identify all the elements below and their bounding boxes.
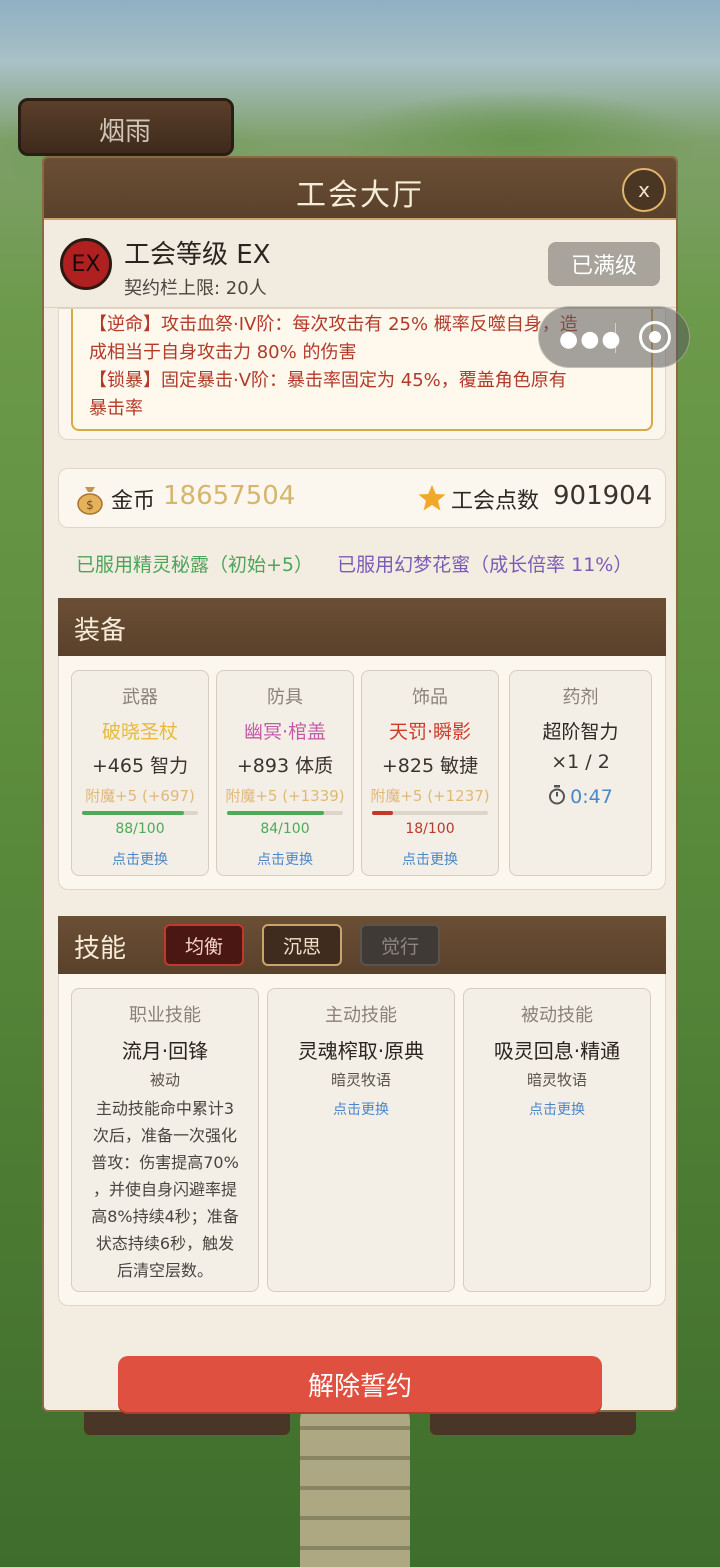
- effect-line: 暴击率: [89, 398, 143, 419]
- potion-timer-value: 0:47: [570, 786, 613, 808]
- skill-description-line: 次后，准备一次强化: [92, 1126, 237, 1145]
- equipment-enchant: 附魔+5 (+1237): [370, 787, 490, 805]
- money-bag-icon: $: [77, 487, 103, 515]
- skill-name: 吸灵回息·精通: [493, 1039, 621, 1063]
- equipment-enchant: 附魔+5 (+697): [85, 787, 195, 805]
- skill-name: 流月·回锋: [121, 1039, 209, 1063]
- mini-program-capsule: ●●●: [538, 306, 690, 368]
- equipment-name: 天罚·瞬影: [388, 721, 472, 743]
- skill-description-line: 状态持续6秒，触发: [95, 1234, 235, 1253]
- durability-bar-fill: [227, 811, 325, 815]
- equipment-section: 武器 破晓圣杖 +465 智力 附魔+5 (+697) 88/100 点击更换 …: [58, 656, 666, 890]
- potion-name: 超阶智力: [542, 721, 619, 743]
- effect-line: 【锁暴】固定暴击·V阶：暴击率固定为 45%，覆盖角色原有: [89, 370, 567, 391]
- durability-bar: [372, 811, 488, 815]
- guild-level-row: EX 工会等级 EX 契约栏上限: 20人 已满级: [44, 220, 676, 308]
- background-name-banner: 烟雨: [18, 98, 234, 156]
- skill-description-line: 后清空层数。: [116, 1261, 213, 1280]
- equipment-name: 破晓圣杖: [101, 721, 178, 743]
- currency-card: $ 金币 18657504 工会点数 901904: [58, 468, 666, 528]
- maxed-level-button[interactable]: 已满级: [548, 242, 660, 286]
- equipment-stat: +893 体质: [236, 755, 334, 777]
- star-icon: [418, 485, 446, 511]
- dismiss-oath-button[interactable]: 解除誓约: [118, 1356, 602, 1412]
- modal-header: 工会大厅 x: [44, 158, 676, 220]
- more-options-icon[interactable]: ●●●: [559, 327, 623, 352]
- active-skill-card[interactable]: 主动技能 灵魂榨取·原典 暗灵牧语 点击更换: [267, 988, 455, 1292]
- change-skill-link[interactable]: 点击更换: [464, 1099, 650, 1119]
- skill-tab-awaken[interactable]: 觉行: [360, 924, 440, 966]
- potion-timer: 0:47: [510, 785, 651, 808]
- durability-text: 18/100: [405, 821, 455, 837]
- buff-status-row: 已服用精灵秘露（初始+5） 已服用幻梦花蜜（成长倍率 11%）: [76, 550, 632, 577]
- close-target-icon[interactable]: [639, 321, 671, 353]
- equipment-slot-label: 武器: [122, 687, 158, 708]
- guild-level-title: 工会等级 EX: [124, 240, 271, 270]
- equipment-name: 幽冥·棺盖: [243, 721, 327, 743]
- equipment-slot-label: 防具: [267, 687, 303, 708]
- skills-section-header: 技能 均衡 沉思 觉行: [58, 916, 666, 974]
- skill-description-line: ，并使自身闪避率提: [92, 1180, 237, 1199]
- change-equipment-link[interactable]: 点击更换: [72, 849, 208, 869]
- equipment-stat: +465 智力: [91, 755, 189, 777]
- potion-count: ×1 / 2: [551, 751, 610, 773]
- durability-bar: [82, 811, 198, 815]
- skill-name: 灵魂榨取·原典: [297, 1039, 425, 1063]
- equipment-slot-label: 药剂: [562, 687, 599, 708]
- durability-bar-fill: [82, 811, 185, 815]
- guild-points-label: 工会点数: [451, 489, 540, 514]
- skill-description-line: 高8%持续4秒；准备: [91, 1207, 239, 1226]
- nectar-buff-text: 已服用幻梦花蜜（成长倍率 11%）: [337, 554, 633, 576]
- skill-source: 暗灵牧语: [330, 1071, 391, 1089]
- skill-source: 暗灵牧语: [526, 1071, 587, 1089]
- equipment-slot-weapon[interactable]: 武器 破晓圣杖 +465 智力 附魔+5 (+697) 88/100 点击更换: [71, 670, 209, 876]
- passive-skill-card[interactable]: 被动技能 吸灵回息·精通 暗灵牧语 点击更换: [463, 988, 651, 1292]
- change-skill-link[interactable]: 点击更换: [268, 1099, 454, 1119]
- class-skill-card[interactable]: 职业技能 流月·回锋 被动 主动技能命中累计3 次后，准备一次强化 普攻：伤害提…: [71, 988, 259, 1292]
- durability-text: 84/100: [260, 821, 310, 837]
- modal-title: 工会大厅: [296, 178, 424, 213]
- stopwatch-icon: [549, 785, 566, 805]
- contract-limit-text: 契约栏上限: 20人: [124, 278, 267, 299]
- skills-section-title: 技能: [74, 934, 127, 964]
- equipment-slot-accessory[interactable]: 饰品 天罚·瞬影 +825 敏捷 附魔+5 (+1237) 18/100 点击更…: [361, 670, 499, 876]
- skill-tab-contemplate[interactable]: 沉思: [262, 924, 342, 966]
- equipment-stat: +825 敏捷: [381, 755, 479, 777]
- gold-label: 金币: [111, 489, 156, 514]
- skill-type-label: 被动技能: [521, 1005, 593, 1026]
- skill-description: 主动技能命中累计3 次后，准备一次强化 普攻：伤害提高70% ，并使自身闪避率提…: [86, 1095, 244, 1284]
- equipment-section-header: 装备: [58, 598, 666, 656]
- equipment-slot-armor[interactable]: 防具 幽冥·棺盖 +893 体质 附魔+5 (+1339) 84/100 点击更…: [216, 670, 354, 876]
- background-stone-path: [300, 1400, 410, 1567]
- equipment-slot-label: 饰品: [412, 687, 448, 708]
- elixir-buff-text: 已服用精灵秘露（初始+5）: [76, 554, 314, 576]
- change-equipment-link[interactable]: 点击更换: [217, 849, 353, 869]
- equipment-section-title: 装备: [74, 616, 127, 646]
- guild-points-value: 901904: [553, 481, 653, 511]
- skill-type-label: 主动技能: [325, 1005, 397, 1026]
- skills-section: 职业技能 流月·回锋 被动 主动技能命中累计3 次后，准备一次强化 普攻：伤害提…: [58, 974, 666, 1306]
- svg-text:$: $: [86, 498, 94, 512]
- ex-badge-icon: EX: [60, 238, 112, 290]
- skill-description-line: 普攻：伤害提高70%: [91, 1153, 239, 1172]
- capsule-divider: [615, 323, 616, 353]
- skill-subtype: 被动: [149, 1071, 180, 1089]
- skill-description-line: 主动技能命中累计3: [95, 1099, 235, 1118]
- close-button[interactable]: x: [622, 168, 666, 212]
- durability-bar: [227, 811, 343, 815]
- durability-bar-fill: [372, 811, 393, 815]
- durability-text: 88/100: [115, 821, 165, 837]
- equipment-slot-potion[interactable]: 药剂 超阶智力 ×1 / 2 0:47: [509, 670, 652, 876]
- change-equipment-link[interactable]: 点击更换: [362, 849, 498, 869]
- background-banner-text: 烟雨: [99, 117, 152, 147]
- gold-value: 18657504: [163, 481, 296, 511]
- skill-tab-balanced[interactable]: 均衡: [164, 924, 244, 966]
- skill-type-label: 职业技能: [129, 1005, 201, 1026]
- equipment-enchant: 附魔+5 (+1339): [225, 787, 345, 805]
